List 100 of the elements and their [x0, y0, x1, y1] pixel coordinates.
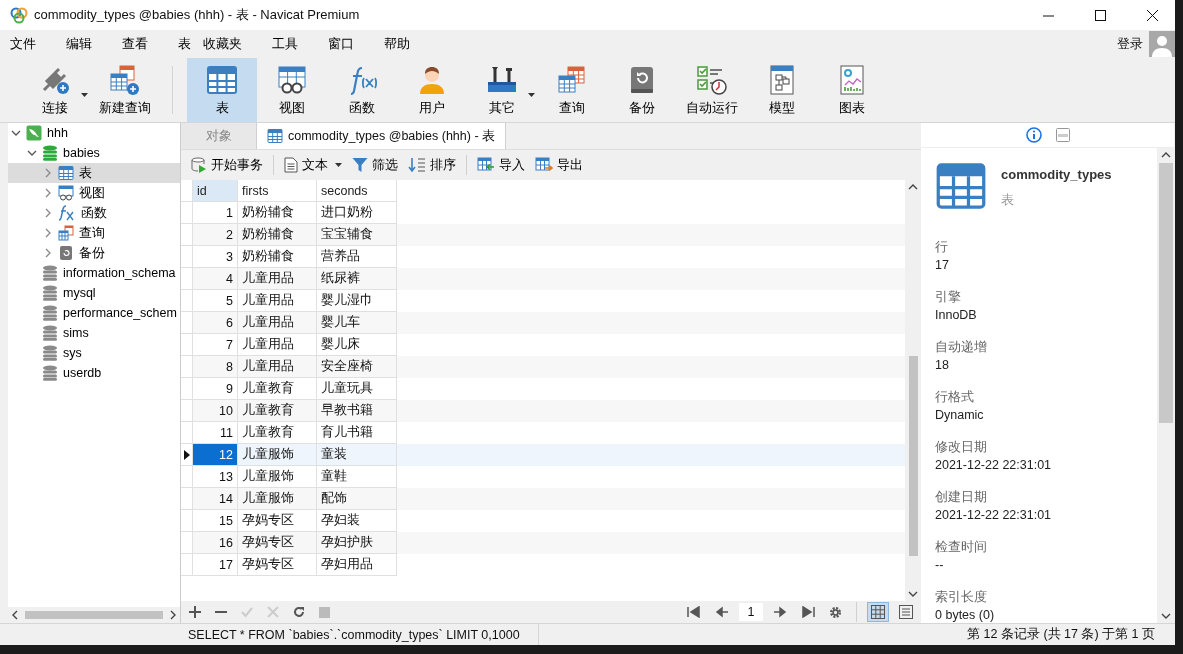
table-row[interactable]: 8 儿童用品 安全座椅: [181, 356, 905, 378]
tree-item[interactable]: sys: [8, 343, 180, 363]
tree-item[interactable]: sims: [8, 323, 180, 343]
backup-icon: [58, 245, 74, 261]
toolbar-button[interactable]: 排序: [404, 156, 461, 174]
property-value: 2021-12-22 22:31:01: [935, 507, 1053, 524]
ddl-tab-icon[interactable]: [1055, 128, 1070, 142]
tree-item[interactable]: 视图: [8, 183, 180, 203]
view-icon: [58, 185, 74, 201]
scroll-down-icon[interactable]: [1160, 612, 1171, 620]
menu-item[interactable]: 查看: [119, 35, 151, 53]
tree-item[interactable]: performance_schem: [8, 303, 180, 323]
chevron-right-icon[interactable]: [43, 168, 53, 178]
toolbar-button[interactable]: 查询: [537, 58, 607, 122]
property-label: 索引长度: [935, 589, 988, 606]
scrollbar-thumb[interactable]: [1158, 163, 1173, 423]
tree-item[interactable]: 函数: [8, 203, 180, 223]
chevron-right-icon[interactable]: [43, 188, 53, 198]
close-icon[interactable]: [1146, 9, 1158, 21]
menu-item[interactable]: 窗口: [325, 35, 357, 53]
dropdown-caret-icon[interactable]: [528, 93, 535, 97]
tab[interactable]: commodity_types @babies (hhh) - 表: [257, 123, 507, 149]
toolbar-button[interactable]: 筛选: [348, 156, 403, 174]
caret-icon[interactable]: [335, 163, 343, 167]
toolbar-button[interactable]: 模型: [747, 58, 817, 122]
menu-item[interactable]: 文件: [7, 35, 39, 53]
toolbar-button[interactable]: 视图: [257, 58, 327, 122]
dropdown-caret-icon[interactable]: [81, 93, 88, 97]
column-header[interactable]: id: [193, 180, 238, 202]
scroll-up-icon[interactable]: [1160, 151, 1171, 159]
property-value: --: [935, 557, 945, 574]
property-value: 0 bytes (0): [935, 607, 996, 623]
menu-item[interactable]: 表: [175, 35, 194, 53]
toolbar-button[interactable]: 自动运行: [677, 58, 747, 122]
table-row[interactable]: 6 儿童用品 婴儿车: [181, 312, 905, 334]
info-tab-icon[interactable]: [1025, 127, 1042, 143]
scroll-down-icon[interactable]: [908, 590, 918, 598]
table-cell: 童装: [317, 444, 397, 466]
chevron-right-icon[interactable]: [43, 248, 53, 258]
tree-item[interactable]: hhh: [8, 123, 180, 143]
table-row[interactable]: 16 孕妈专区 孕妇护肤: [181, 532, 905, 554]
toolbar-button[interactable]: 函数: [327, 58, 397, 122]
menu-item[interactable]: 收藏夹: [200, 35, 245, 53]
scrollbar-thumb[interactable]: [908, 355, 918, 556]
chevron-right-icon[interactable]: [43, 208, 53, 218]
page-number-field[interactable]: 1: [739, 603, 763, 621]
tree-item[interactable]: mysql: [8, 283, 180, 303]
table-row[interactable]: 12 儿童服饰 童装: [181, 444, 905, 466]
login-link[interactable]: 登录: [1117, 35, 1143, 53]
avatar-icon[interactable]: [1149, 31, 1175, 57]
toolbar-button[interactable]: 备份: [607, 58, 677, 122]
table-cell: 孕妇护肤: [317, 532, 397, 554]
table-row[interactable]: 17 孕妈专区 孕妇用品: [181, 554, 905, 576]
table-cell: 孕妈专区: [238, 532, 317, 554]
toolbar-button[interactable]: 连接: [20, 58, 90, 122]
column-header[interactable]: firsts: [238, 180, 317, 202]
tree-item[interactable]: 备份: [8, 243, 180, 263]
toolbar-button[interactable]: 表: [187, 58, 257, 122]
database-icon: [42, 145, 58, 161]
scroll-left-icon[interactable]: [11, 610, 19, 620]
table-cell: 儿童用品: [238, 268, 317, 290]
chevron-down-icon[interactable]: [11, 128, 21, 138]
table-row[interactable]: 2 奶粉辅食 宝宝辅食: [181, 224, 905, 246]
toolbar-button[interactable]: 新建查询: [90, 58, 160, 122]
column-header[interactable]: seconds: [317, 180, 397, 202]
toolbar-button[interactable]: 图表: [817, 58, 887, 122]
table-cell: 奶粉辅食: [238, 224, 317, 246]
tree-item[interactable]: information_schema: [8, 263, 180, 283]
chevron-right-icon[interactable]: [43, 228, 53, 238]
tree-item[interactable]: 查询: [8, 223, 180, 243]
property-label: 引擎: [935, 289, 962, 306]
toolbar-button[interactable]: 开始事务: [187, 156, 267, 174]
toolbar-button[interactable]: 其它: [467, 58, 537, 122]
table-row[interactable]: 14 儿童服饰 配饰: [181, 488, 905, 510]
menu-item[interactable]: 编辑: [63, 35, 95, 53]
export-icon: [535, 157, 554, 173]
maximize-icon[interactable]: [1094, 9, 1106, 21]
table-cell: 儿童服饰: [238, 488, 317, 510]
table-cell: 12: [193, 444, 238, 466]
toolbar-button[interactable]: 导出: [531, 156, 588, 174]
table-cell: 孕妇用品: [317, 554, 397, 576]
grid-view-button[interactable]: [867, 602, 889, 622]
tree-item[interactable]: userdb: [8, 363, 180, 383]
table-row[interactable]: 10 儿童教育 早教书籍: [181, 400, 905, 422]
function-icon: [58, 205, 76, 221]
table-row[interactable]: 4 儿童用品 纸尿裤: [181, 268, 905, 290]
scroll-up-icon[interactable]: [908, 183, 918, 191]
filter-icon: [352, 157, 369, 173]
menu-item[interactable]: 帮助: [381, 35, 413, 53]
table-cell: 17: [193, 554, 238, 576]
tree-item[interactable]: 表: [8, 163, 180, 183]
menu-item[interactable]: 工具: [269, 35, 301, 53]
toolbar-button[interactable]: 文本: [280, 156, 347, 174]
row-header[interactable]: [181, 444, 193, 466]
toolbar-button[interactable]: 用户: [397, 58, 467, 122]
toolbar-button[interactable]: 导入: [473, 156, 530, 174]
scroll-right-icon[interactable]: [169, 610, 177, 620]
scrollbar-thumb[interactable]: [25, 611, 163, 619]
chevron-down-icon[interactable]: [27, 148, 37, 158]
tree-item[interactable]: babies: [8, 143, 180, 163]
